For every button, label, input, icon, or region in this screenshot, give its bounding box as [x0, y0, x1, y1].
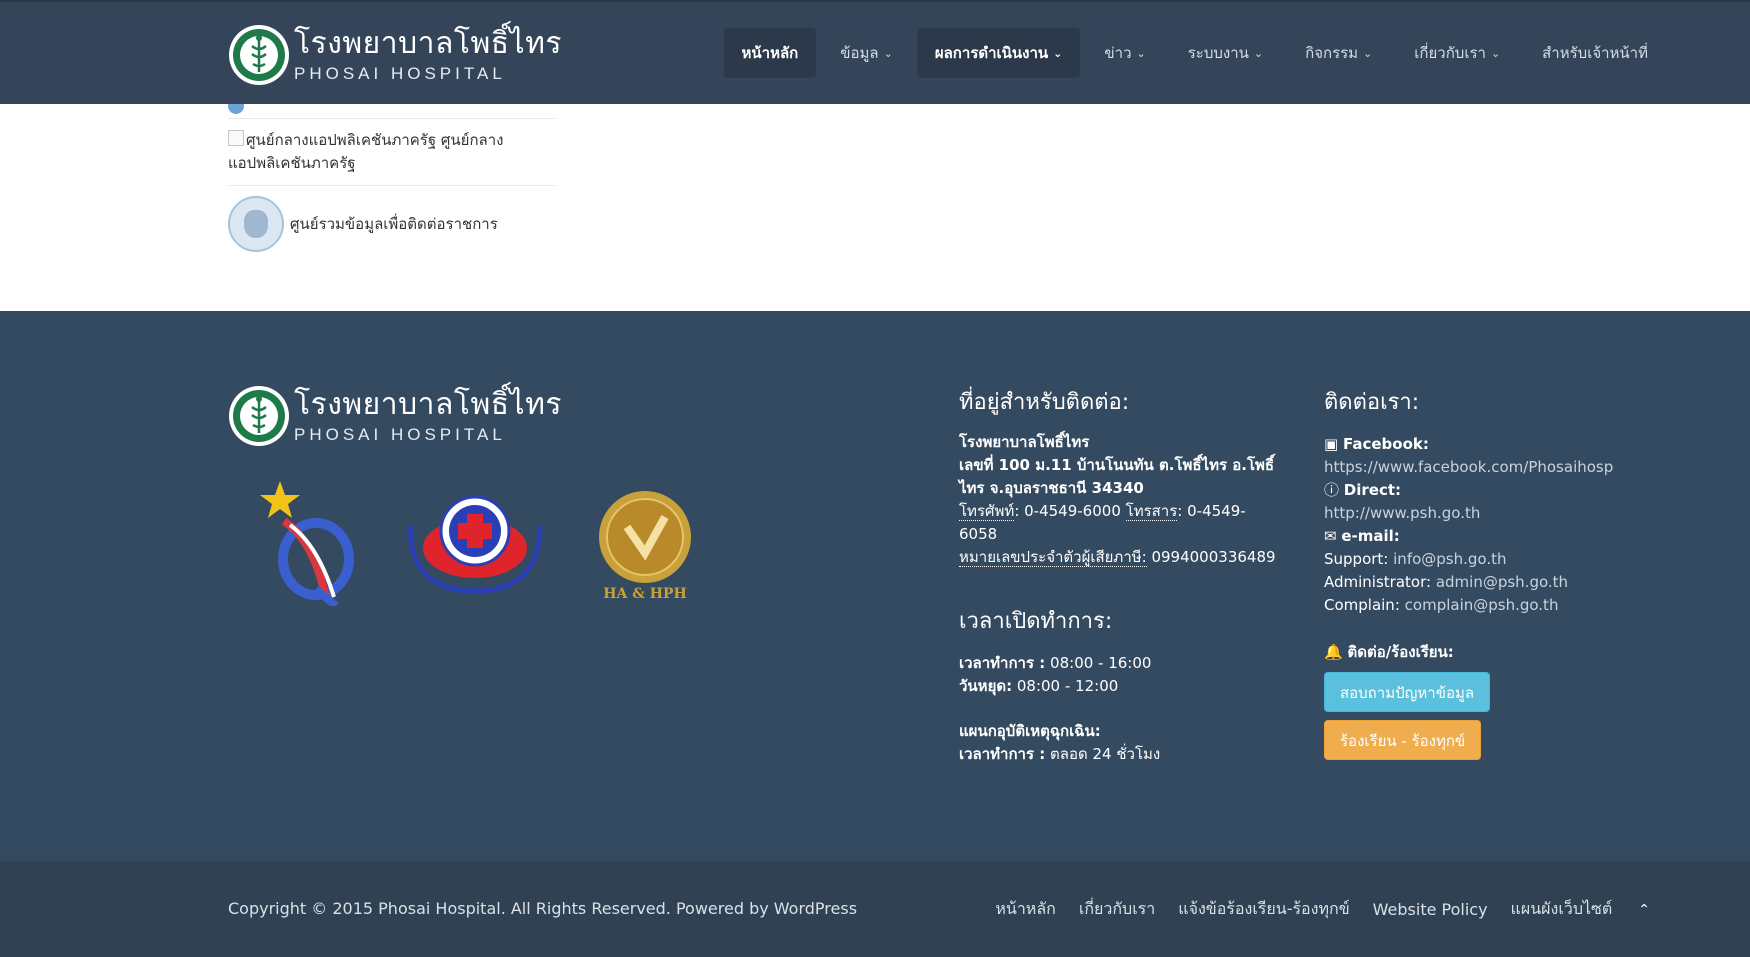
- support-label: Support:: [1324, 550, 1389, 568]
- holiday-label: วันหยุด:: [959, 677, 1013, 695]
- chevron-down-icon: ⌄: [883, 46, 893, 60]
- brand-name-th: โรงพยาบาลโพธิ์ไทร: [294, 25, 563, 61]
- work-label: เวลาทำการ :: [959, 654, 1046, 672]
- nav-label: ระบบงาน: [1187, 44, 1249, 62]
- admin-label: Administrator:: [1324, 573, 1432, 591]
- nav-item-systems[interactable]: ระบบงาน ⌄: [1170, 28, 1281, 78]
- er-hours: ตลอด 24 ชั่วโมง: [1050, 745, 1161, 763]
- chevron-down-icon: ⌄: [1490, 46, 1501, 60]
- email-label: e-mail:: [1341, 527, 1400, 545]
- brand-name-th: โรงพยาบาลโพธิ์ไทร: [294, 386, 563, 422]
- chevron-down-icon: ⌄: [1136, 46, 1146, 60]
- hospital-seal-icon: [229, 25, 289, 85]
- tax-label: หมายเลขประจำตัวผู้เสียภาษี:: [959, 548, 1147, 567]
- footer-link-about[interactable]: เกี่ยวกับเรา: [1079, 897, 1155, 922]
- nav-item-activities[interactable]: กิจกรรม ⌄: [1287, 28, 1390, 78]
- admin-email-link[interactable]: admin@psh.go.th: [1436, 573, 1568, 591]
- main-nav: หน้าหลัก ข้อมูล ⌄ ผลการดำเนินงาน ⌄ ข่าว ⌄ ร…: [718, 28, 1666, 78]
- footer-nav: หน้าหลัก เกี่ยวกับเรา แจ้งข้อร้องเรียน-ร…: [972, 897, 1650, 922]
- envelope-icon: ✉: [1324, 527, 1337, 545]
- address-block: โรงพยาบาลโพธิ์ไทร เลขที่ 100 ม.11 บ้านโน…: [959, 433, 1276, 567]
- nav-label: ผลการดำเนินงาน: [934, 44, 1049, 62]
- list-item-partial: [228, 98, 556, 119]
- link-gov-contact-center[interactable]: ศูนย์รวมข้อมูลเพื่อติดต่อราชการ: [228, 186, 556, 262]
- complaint-heading-row: 🔔 ติดต่อ/ร้องเรียน:: [1324, 641, 1644, 664]
- er-hours-label: เวลาทำการ :: [959, 745, 1046, 763]
- nav-item-about[interactable]: เกี่ยวกับเรา ⌄: [1396, 28, 1518, 78]
- footer-link-sitemap[interactable]: แผนผังเว็บไซต์: [1511, 897, 1613, 922]
- address-column: ที่อยู่สำหรับติดต่อ: โรงพยาบาลโพธิ์ไทร เ…: [959, 384, 1279, 766]
- brand-name-en: PHOSAI HOSPITAL: [294, 424, 506, 444]
- complaint-heading: ติดต่อ/ร้องเรียน:: [1347, 643, 1454, 661]
- nav-label: กิจกรรม: [1305, 44, 1359, 62]
- phone-label: โทรศัพท์: [959, 502, 1015, 521]
- footer-link-home[interactable]: หน้าหลัก: [995, 897, 1056, 922]
- chevron-down-icon: ⌄: [1253, 46, 1264, 60]
- hours-block: เวลาทำการ : 08:00 - 16:00 วันหยุด: 08:00…: [959, 652, 1279, 766]
- address-heading: ที่อยู่สำหรับติดต่อ:: [959, 390, 1130, 415]
- info-icon: ⓘ: [1324, 481, 1340, 499]
- footer-link-complaint[interactable]: แจ้งข้อร้องเรียน-ร้องทุกข์: [1178, 897, 1349, 922]
- inquiry-button[interactable]: สอบถามปัญหาข้อมูล: [1324, 672, 1491, 712]
- facebook-label: Facebook:: [1342, 435, 1429, 453]
- work-hours: 08:00 - 16:00: [1050, 654, 1152, 672]
- nav-label: ข่าว: [1104, 44, 1132, 62]
- broken-image-icon: [228, 130, 244, 146]
- accreditation-badges: HA & HPH: [250, 481, 710, 616]
- footer-logo[interactable]: โรงพยาบาลโพธิ์ไทร PHOSAI HOSPITAL: [228, 385, 562, 447]
- support-email-link[interactable]: info@psh.go.th: [1393, 550, 1506, 568]
- link-label: ศูนย์กลางแอปพลิเคชันภาครัฐ ศูนย์กลางแอปพ…: [228, 131, 504, 172]
- bell-icon: 🔔: [1324, 643, 1343, 661]
- direct-label: Direct:: [1343, 481, 1402, 499]
- quality-award-badge: [260, 481, 354, 606]
- site-logo[interactable]: โรงพยาบาลโพธิ์ไทร PHOSAI HOSPITAL: [228, 24, 562, 86]
- contact-column: ติดต่อเรา: ▣ Facebook: https://www.faceb…: [1324, 384, 1644, 760]
- fax-label: โทรสาร: [1125, 502, 1178, 521]
- chevron-down-icon: ⌄: [1053, 46, 1063, 60]
- chevron-down-icon: ⌄: [1363, 46, 1373, 60]
- complaint-button[interactable]: ร้องเรียน - ร้องทุกข์: [1324, 720, 1482, 760]
- content-links: ศูนย์กลางแอปพลิเคชันภาครัฐ ศูนย์กลางแอปพ…: [228, 98, 556, 262]
- contact-block: ▣ Facebook: https://www.facebook.com/Pho…: [1324, 433, 1644, 617]
- copyright-text: Copyright © 2015 Phosai Hospital. All Ri…: [228, 899, 858, 918]
- nav-item-performance[interactable]: ผลการดำเนินงาน ⌄: [916, 28, 1081, 78]
- complain-label: Complain:: [1324, 596, 1400, 614]
- address-line: เลขที่ 100 ม.11 บ้านโนนทัน ต.โพธิ์ไทร อ.…: [959, 456, 1275, 497]
- tax-value: 0994000336489: [1151, 548, 1276, 566]
- nav-label: ข้อมูล: [840, 44, 879, 62]
- complain-email-link[interactable]: complain@psh.go.th: [1405, 596, 1559, 614]
- holiday-hours: 08:00 - 12:00: [1016, 677, 1119, 695]
- nav-item-home[interactable]: หน้าหลัก: [723, 28, 817, 78]
- navbar: โรงพยาบาลโพธิ์ไทร PHOSAI HOSPITAL หน้าหล…: [0, 0, 1750, 104]
- link-gov-app-center[interactable]: ศูนย์กลางแอปพลิเคชันภาครัฐ ศูนย์กลางแอปพ…: [228, 119, 556, 186]
- footer-bottom-bar: Copyright © 2015 Phosai Hospital. All Ri…: [0, 861, 1750, 957]
- hospital-seal-icon: [229, 386, 289, 446]
- nav-label: หน้าหลัก: [741, 44, 799, 62]
- footer: โรงพยาบาลโพธิ์ไทร PHOSAI HOSPITAL HA & H…: [0, 311, 1750, 861]
- government-seal-icon: [228, 196, 284, 252]
- facebook-link[interactable]: https://www.facebook.com/Phosaihosp: [1324, 458, 1613, 476]
- chevron-up-icon[interactable]: ⌃: [1638, 902, 1650, 918]
- org-name: โรงพยาบาลโพธิ์ไทร: [959, 433, 1090, 451]
- nav-item-staff[interactable]: สำหรับเจ้าหน้าที่: [1524, 28, 1666, 78]
- ha-hph-label: HA & HPH: [603, 586, 686, 602]
- nav-label: เกี่ยวกับเรา: [1414, 44, 1486, 62]
- hours-heading: เวลาเปิดทำการ:: [959, 609, 1113, 634]
- nav-item-news[interactable]: ข่าว ⌄: [1086, 28, 1163, 78]
- footer-link-policy[interactable]: Website Policy: [1373, 900, 1488, 919]
- phone-value: 0-4549-6000: [1024, 502, 1121, 520]
- contact-heading: ติดต่อเรา:: [1324, 390, 1420, 415]
- hospital-association-badge: [407, 495, 543, 594]
- nav-label: สำหรับเจ้าหน้าที่: [1542, 44, 1648, 62]
- er-label: แผนกอุบัติเหตุฉุกเฉิน:: [959, 722, 1101, 740]
- nav-item-info[interactable]: ข้อมูล ⌄: [822, 28, 911, 78]
- ha-hph-accreditation-badge: HA & HPH: [599, 491, 691, 602]
- brand-name-en: PHOSAI HOSPITAL: [294, 63, 506, 83]
- direct-link[interactable]: http://www.psh.go.th: [1324, 504, 1480, 522]
- facebook-icon: ▣: [1324, 435, 1339, 453]
- link-label: ศูนย์รวมข้อมูลเพื่อติดต่อราชการ: [290, 214, 498, 233]
